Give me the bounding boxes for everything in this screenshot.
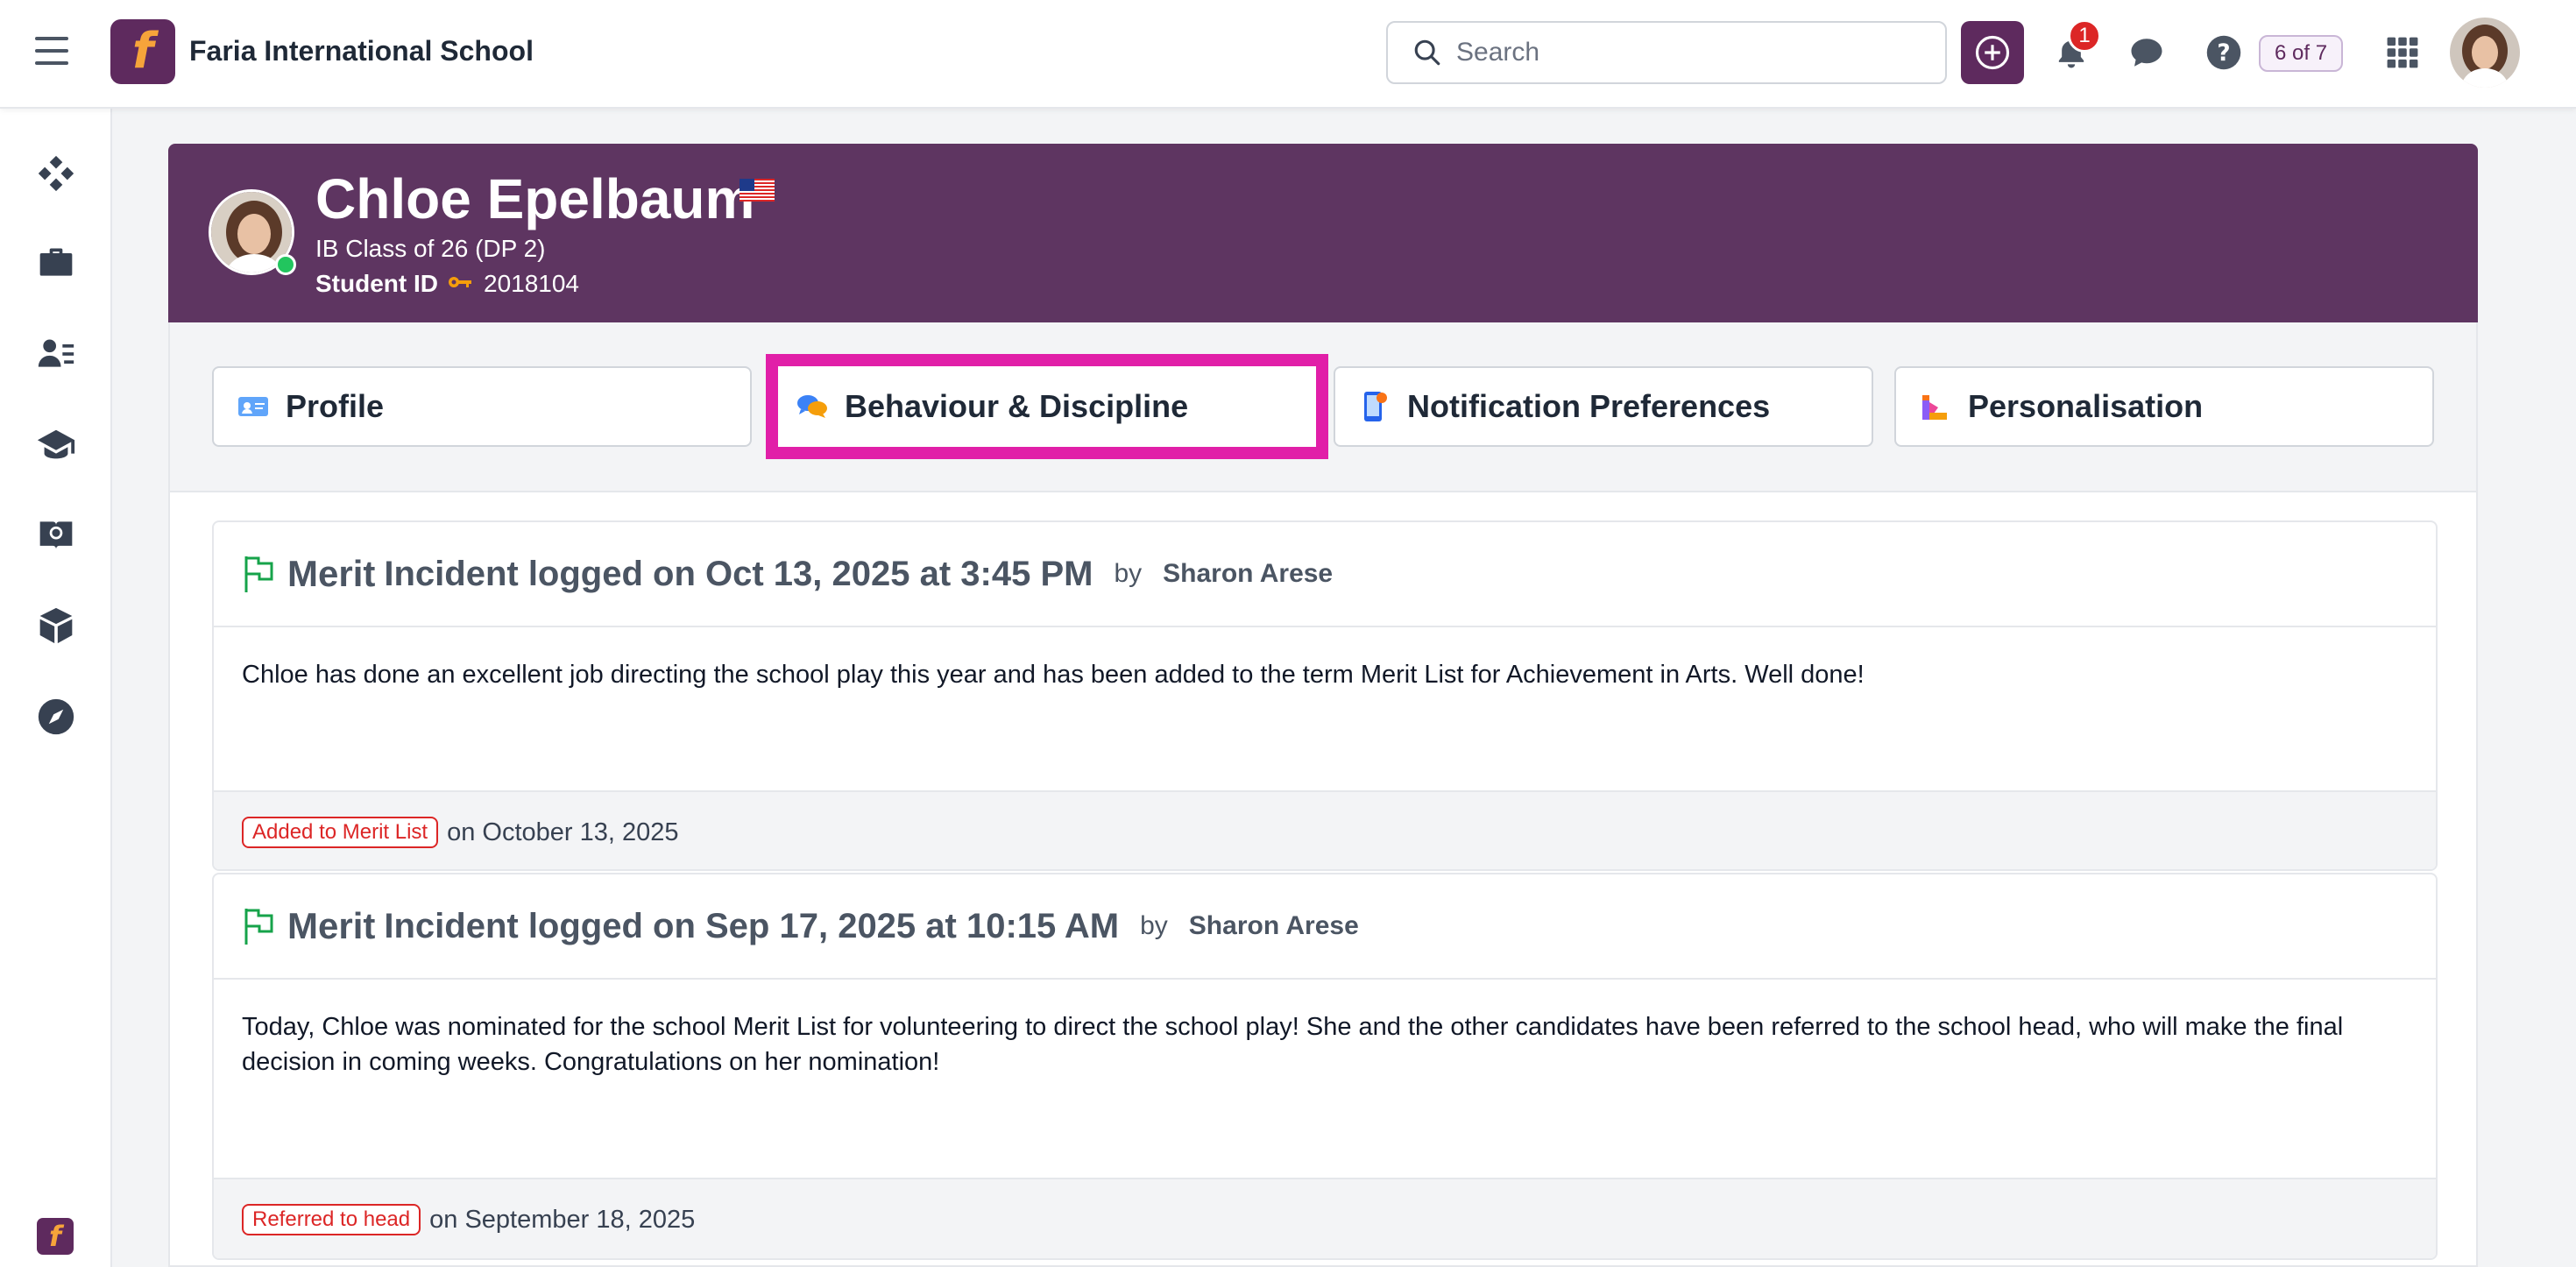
globe-book-icon[interactable] — [35, 513, 77, 556]
top-bar: f Faria International School 1 ? 6 of 7 — [0, 0, 2576, 109]
pager-indicator[interactable]: 6 of 7 — [2259, 35, 2344, 72]
student-header: Chloe Epelbaum IB Class of 26 (DP 2) Stu… — [168, 144, 2478, 322]
incident-list: Merit Incident logged on Oct 13, 2025 at… — [168, 491, 2478, 1267]
incident-footer: Added to Merit List on October 13, 2025 — [214, 790, 2436, 869]
apps-button[interactable] — [2381, 32, 2424, 74]
svg-text:?: ? — [2217, 40, 2230, 67]
school-logo[interactable]: f — [110, 19, 175, 84]
status-tag: Referred to head — [242, 1204, 421, 1235]
briefcase-icon[interactable] — [35, 242, 77, 284]
student-name: Chloe Epelbaum — [315, 167, 755, 230]
id-card-icon — [237, 390, 270, 423]
incident-card: Merit Incident logged on Sep 17, 2025 at… — [212, 873, 2438, 1260]
palette-icon — [1919, 390, 1952, 423]
incident-header: Merit Incident logged on Oct 13, 2025 at… — [214, 522, 2436, 627]
grid-icon — [2387, 37, 2418, 68]
online-status-dot — [275, 254, 296, 275]
add-button[interactable] — [1961, 21, 2024, 84]
compass-icon[interactable] — [35, 696, 77, 738]
speech-bubbles-icon — [796, 390, 829, 423]
user-avatar[interactable] — [2450, 18, 2520, 88]
incident-description: Chloe has done an excellent job directin… — [242, 661, 1865, 689]
phone-notification-icon — [1358, 390, 1391, 423]
incident-description: Today, Chloe was nominated for the schoo… — [242, 1013, 2344, 1076]
us-flag-icon — [740, 179, 775, 202]
tabs-bar: Profile Behaviour & Discipline Notificat… — [168, 322, 2478, 491]
faria-logo-small[interactable]: f — [37, 1218, 74, 1255]
sidebar: f — [0, 109, 112, 1267]
school-name[interactable]: Faria International School — [189, 35, 534, 67]
tab-personalisation[interactable]: Personalisation — [1894, 366, 2434, 447]
incident-type: Merit — [287, 905, 376, 946]
incident-logged-text: Incident logged on Sep 17, 2025 at 10:15… — [384, 906, 1120, 945]
status-tag: Added to Merit List — [242, 817, 439, 848]
plus-circle-icon — [1975, 35, 2010, 70]
merit-flag-icon — [242, 906, 277, 946]
merit-flag-icon — [242, 554, 277, 594]
search-box[interactable] — [1386, 21, 1947, 84]
incident-author[interactable]: Sharon Arese — [1163, 559, 1333, 589]
key-icon — [447, 270, 473, 298]
cube-icon[interactable] — [35, 605, 77, 647]
incident-header: Merit Incident logged on Sep 17, 2025 at… — [214, 874, 2436, 980]
student-id-value: 2018104 — [484, 270, 580, 297]
help-icon: ? — [2206, 35, 2241, 70]
student-id-row: Student ID 2018104 — [315, 270, 579, 298]
student-id-label: Student ID — [315, 270, 438, 297]
menu-icon[interactable] — [35, 37, 68, 72]
incident-card: Merit Incident logged on Oct 13, 2025 at… — [212, 520, 2438, 871]
search-icon — [1414, 39, 1440, 66]
search-input[interactable] — [1456, 38, 1912, 67]
chat-bubble-icon — [2131, 39, 2162, 67]
tab-notification-preferences[interactable]: Notification Preferences — [1334, 366, 1873, 447]
incident-logged-text: Incident logged on Oct 13, 2025 at 3:45 … — [384, 554, 1093, 593]
status-date: on September 18, 2025 — [429, 1205, 696, 1234]
status-date: on October 13, 2025 — [447, 818, 679, 846]
by-label: by — [1114, 559, 1143, 588]
graduation-cap-icon[interactable] — [35, 424, 77, 466]
by-label: by — [1140, 911, 1168, 940]
incident-author[interactable]: Sharon Arese — [1189, 911, 1359, 941]
help-button[interactable]: ? — [2203, 32, 2245, 74]
people-list-icon[interactable] — [35, 333, 77, 375]
incident-footer: Referred to head on September 18, 2025 — [214, 1178, 2436, 1258]
student-class: IB Class of 26 (DP 2) — [315, 235, 546, 262]
tab-behaviour-discipline[interactable]: Behaviour & Discipline — [766, 354, 1328, 459]
notification-count-badge: 1 — [2068, 19, 2101, 53]
tab-profile[interactable]: Profile — [212, 366, 752, 447]
messages-button[interactable] — [2126, 32, 2168, 74]
dashboard-icon[interactable] — [35, 152, 77, 195]
incident-type: Merit — [287, 553, 376, 594]
